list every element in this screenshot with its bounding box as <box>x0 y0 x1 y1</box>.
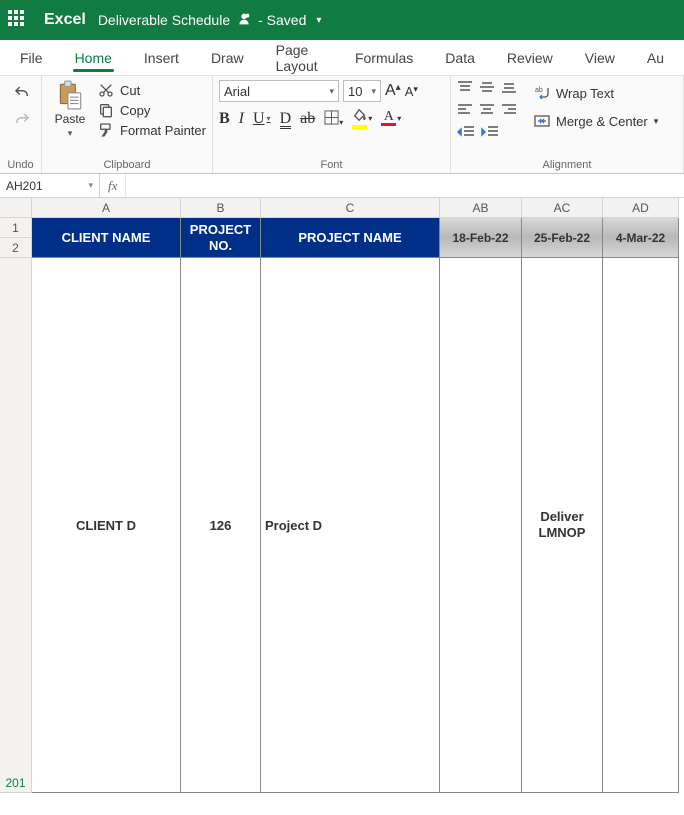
chevron-down-icon: ▾ <box>88 180 93 191</box>
cell-ad[interactable] <box>603 258 679 793</box>
borders-button[interactable]: ▾ <box>324 110 343 128</box>
col-header-ac[interactable]: AC <box>522 198 603 218</box>
tab-insert[interactable]: Insert <box>128 42 195 74</box>
formula-bar: AH201 ▾ fx <box>0 174 684 198</box>
col-header-b[interactable]: B <box>181 198 261 218</box>
merge-center-label: Merge & Center <box>556 114 648 129</box>
shrink-font-button[interactable]: A▾ <box>405 84 418 99</box>
table-header-row: CLIENT NAME PROJECT NO. PROJECT NAME 18-… <box>32 218 684 258</box>
strikethrough-button[interactable]: ab <box>300 110 315 128</box>
spreadsheet-grid: A B C AB AC AD 1 2 201 CLIENT NAME PROJE… <box>0 198 684 793</box>
header-project-no[interactable]: PROJECT NO. <box>181 218 261 258</box>
chevron-down-icon: ▾ <box>371 86 376 97</box>
format-painter-label: Format Painter <box>120 123 206 138</box>
group-label-undo: Undo <box>6 157 35 173</box>
align-top-button[interactable] <box>457 80 473 97</box>
align-center-button[interactable] <box>479 102 495 119</box>
group-label-alignment: Alignment <box>457 157 677 173</box>
app-name: Excel <box>44 11 86 29</box>
copy-button[interactable]: Copy <box>98 102 206 118</box>
share-icon <box>236 11 252 30</box>
column-headers: A B C AB AC AD <box>32 198 684 218</box>
merge-center-button[interactable]: Merge & Center ▾ <box>529 110 663 132</box>
font-size-select[interactable]: 10 ▾ <box>343 80 381 102</box>
cell-project-no[interactable]: 126 <box>181 258 261 793</box>
row-headers: 1 2 201 <box>0 218 32 793</box>
bold-button[interactable]: B <box>219 110 230 128</box>
chevron-down-icon: ▾ <box>68 128 73 139</box>
chevron-down-icon: ▾ <box>654 116 659 127</box>
undo-button[interactable] <box>13 84 31 105</box>
paste-button[interactable]: Paste ▾ <box>48 80 92 139</box>
font-size-value: 10 <box>348 84 362 99</box>
group-label-clipboard: Clipboard <box>48 157 206 173</box>
document-title[interactable]: Deliverable Schedule - Saved ▾ <box>98 11 322 30</box>
align-middle-button[interactable] <box>479 80 495 97</box>
tab-file[interactable]: File <box>4 42 59 74</box>
row-header-1[interactable]: 1 <box>0 218 32 238</box>
copy-label: Copy <box>120 103 150 118</box>
header-date-1[interactable]: 18-Feb-22 <box>440 218 522 258</box>
group-label-font: Font <box>219 157 444 173</box>
col-header-c[interactable]: C <box>261 198 440 218</box>
align-right-button[interactable] <box>501 102 517 119</box>
cell-ab[interactable] <box>440 258 522 793</box>
tab-page-layout[interactable]: Page Layout <box>260 34 339 82</box>
tab-home[interactable]: Home <box>59 42 128 74</box>
name-box[interactable]: AH201 ▾ <box>0 174 100 197</box>
increase-indent-button[interactable] <box>481 124 499 143</box>
col-header-ad[interactable]: AD <box>603 198 679 218</box>
select-all-corner[interactable] <box>0 198 32 218</box>
format-painter-button[interactable]: Format Painter <box>98 122 206 138</box>
fill-color-button[interactable]: ▾ <box>352 108 372 129</box>
paste-label: Paste <box>55 112 86 126</box>
header-client-name[interactable]: CLIENT NAME <box>32 218 181 258</box>
ribbon: Undo Paste ▾ Cut Copy Format Pa <box>0 76 684 174</box>
document-name: Deliverable Schedule <box>98 12 230 28</box>
save-status: - Saved <box>258 12 306 28</box>
formula-input[interactable] <box>126 174 684 197</box>
font-name-value: Arial <box>224 84 250 99</box>
decrease-indent-button[interactable] <box>457 124 475 143</box>
header-project-name[interactable]: PROJECT NAME <box>261 218 440 258</box>
align-bottom-button[interactable] <box>501 80 517 97</box>
header-date-2[interactable]: 25-Feb-22 <box>522 218 603 258</box>
italic-button[interactable]: I <box>239 110 244 128</box>
name-box-value: AH201 <box>6 179 43 193</box>
font-color-button[interactable]: A ▾ <box>381 111 401 126</box>
col-header-ab[interactable]: AB <box>440 198 522 218</box>
wrap-text-button[interactable]: ab Wrap Text <box>529 82 663 104</box>
header-date-3[interactable]: 4-Mar-22 <box>603 218 679 258</box>
col-header-a[interactable]: A <box>32 198 181 218</box>
ribbon-tabs: File Home Insert Draw Page Layout Formul… <box>0 40 684 76</box>
double-underline-button[interactable]: D <box>280 110 292 128</box>
cell-ac[interactable]: Deliver LMNOP <box>522 258 603 793</box>
tab-automate[interactable]: Au <box>631 42 680 74</box>
svg-text:ab: ab <box>535 87 543 94</box>
title-bar: Excel Deliverable Schedule - Saved ▾ <box>0 0 684 40</box>
tab-draw[interactable]: Draw <box>195 42 260 74</box>
fx-icon[interactable]: fx <box>100 174 126 197</box>
tab-view[interactable]: View <box>569 42 631 74</box>
row-header-201[interactable]: 201 <box>0 258 32 793</box>
tab-data[interactable]: Data <box>429 42 491 74</box>
table-row: CLIENT D 126 Project D Deliver LMNOP <box>32 258 684 793</box>
chevron-down-icon: ▾ <box>316 15 321 26</box>
redo-button[interactable] <box>13 111 31 132</box>
row-header-2[interactable]: 2 <box>0 238 32 258</box>
cut-button[interactable]: Cut <box>98 82 206 98</box>
underline-button[interactable]: U▾ <box>253 110 271 128</box>
font-name-select[interactable]: Arial ▾ <box>219 80 339 102</box>
wrap-text-label: Wrap Text <box>556 86 614 101</box>
tab-formulas[interactable]: Formulas <box>339 42 429 74</box>
cut-label: Cut <box>120 83 140 98</box>
chevron-down-icon: ▾ <box>329 86 334 97</box>
align-left-button[interactable] <box>457 102 473 119</box>
tab-review[interactable]: Review <box>491 42 569 74</box>
cell-client[interactable]: CLIENT D <box>32 258 181 793</box>
cell-project-name[interactable]: Project D <box>261 258 440 793</box>
app-launcher-icon[interactable] <box>8 10 28 30</box>
grow-font-button[interactable]: A▴ <box>385 82 401 100</box>
